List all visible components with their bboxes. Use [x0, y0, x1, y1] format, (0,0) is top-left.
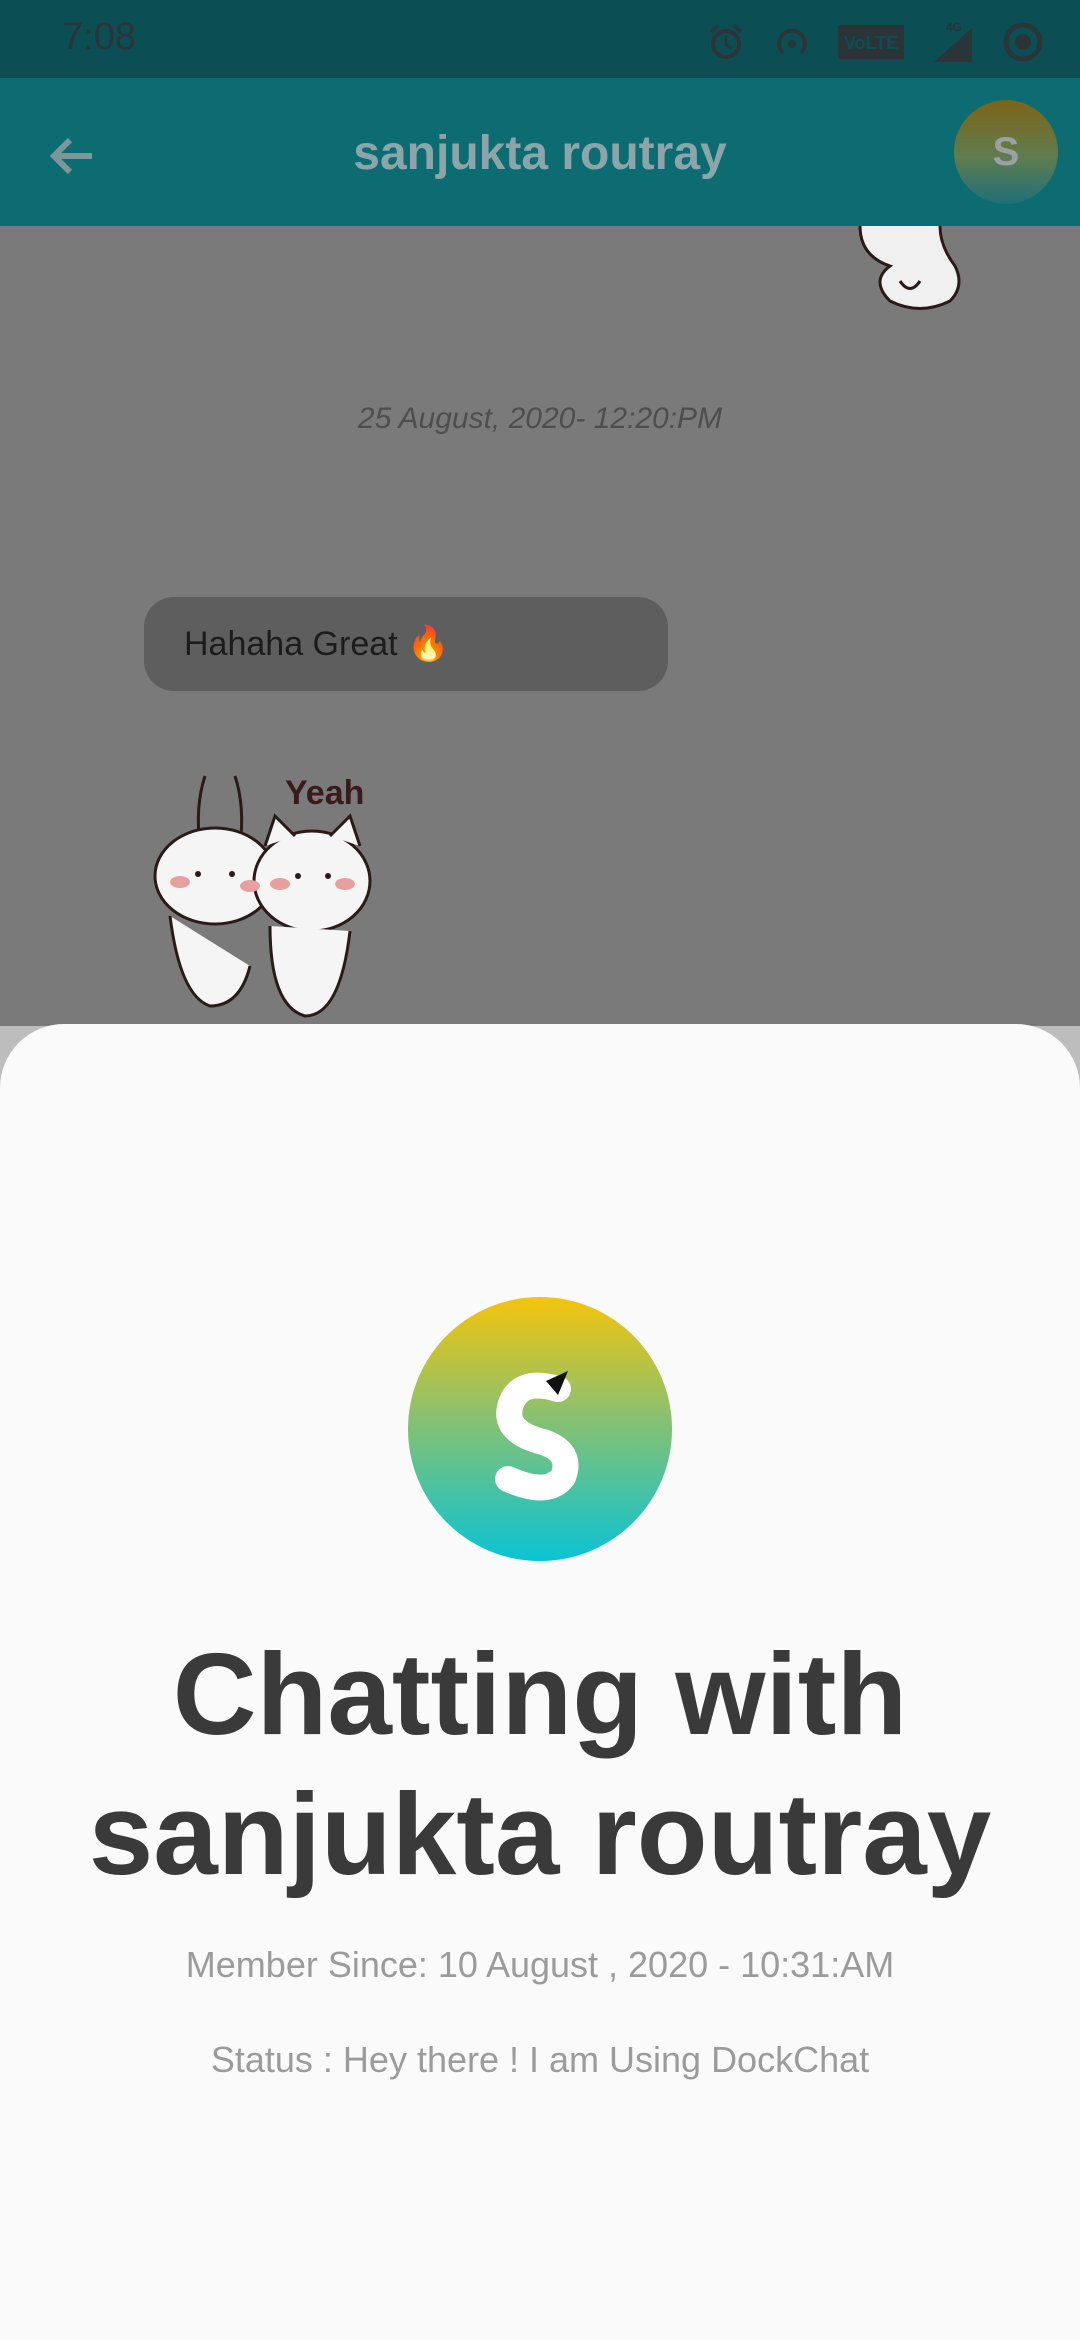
- profile-bottom-sheet: Chatting with sanjukta routray Member Si…: [0, 1024, 1080, 2340]
- hotspot-icon: [772, 22, 812, 67]
- chat-area: 25 August, 2020- 12:20:PM Hahaha Great 🔥…: [0, 226, 1080, 1026]
- avatar-letter: S: [992, 129, 1020, 174]
- app-bar: sanjukta routray S: [0, 78, 1080, 226]
- sticker-caption: Yeah: [285, 774, 364, 812]
- sheet-title-line1: Chatting with: [172, 1629, 908, 1759]
- contact-avatar[interactable]: S: [954, 100, 1058, 204]
- message-text: Hahaha Great 🔥: [184, 625, 450, 663]
- sheet-title: Chatting with sanjukta routray: [0, 1624, 1080, 1904]
- message-bubble[interactable]: Hahaha Great 🔥: [144, 597, 668, 691]
- sticker-bunny-cat[interactable]: Yeah: [140, 766, 410, 1026]
- sticker-bunny-partial: [858, 226, 961, 310]
- status-time: 7:08: [62, 16, 136, 58]
- chat-title: sanjukta routray: [353, 127, 727, 180]
- s-logo-icon: [495, 1371, 579, 1501]
- volte-icon: VoLTE: [838, 25, 904, 64]
- profile-avatar: [408, 1297, 672, 1561]
- sheet-title-line2: sanjukta routray: [88, 1769, 992, 1899]
- network-label: 4G: [946, 20, 962, 34]
- date-divider: 25 August, 2020- 12:20:PM: [357, 402, 723, 435]
- signal-4g-icon: 4G: [930, 20, 976, 69]
- volte-label: VoLTE: [844, 33, 898, 53]
- status-bar: 7:08 VoLTE 4G: [0, 0, 1080, 78]
- status-text: Status : Hey there ! I am Using DockChat: [210, 2039, 870, 2080]
- member-since-text: Member Since: 10 August , 2020 - 10:31:A…: [185, 1944, 895, 1985]
- record-icon: [1002, 21, 1044, 68]
- alarm-icon: [706, 22, 746, 67]
